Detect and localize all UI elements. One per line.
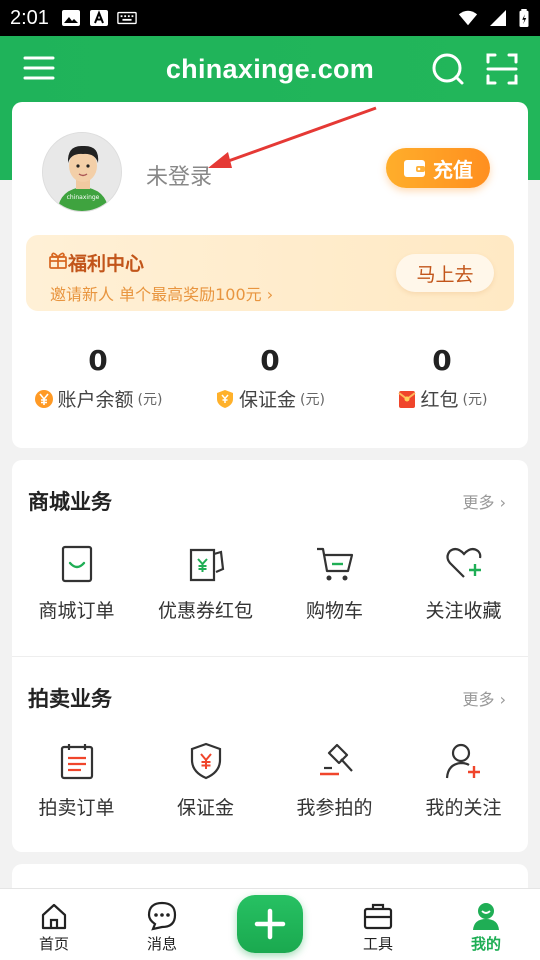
mall-orders-item[interactable]: 商城订单 [12, 544, 141, 623]
signal-icon [490, 10, 506, 26]
publish-button[interactable] [237, 895, 303, 953]
stats-row: 0 账户余额 (元) 0 保证金 (元) 0 红包 (元) [12, 342, 528, 422]
keyboard-icon [117, 11, 137, 25]
scan-icon[interactable] [482, 49, 522, 89]
favorites-item[interactable]: 关注收藏 [399, 544, 528, 623]
welfare-title: 福利中心 [68, 253, 145, 275]
shield-yen-icon [190, 742, 221, 780]
item-label: 商城订单 [38, 600, 115, 622]
nav-label: 消息 [146, 935, 177, 953]
nav-publish[interactable] [216, 889, 324, 960]
go-now-button[interactable]: 马上去 [396, 254, 494, 292]
section-title: 商城业务 [28, 490, 112, 514]
item-label: 保证金 [176, 797, 234, 819]
cart-item[interactable]: 购物车 [270, 544, 399, 623]
stat-label: 保证金 [239, 389, 297, 411]
recharge-button[interactable]: 充值 [386, 148, 490, 188]
stat-red-envelope[interactable]: 0 红包 (元) [356, 342, 528, 422]
auction-orders-item[interactable]: 拍卖订单 [12, 741, 141, 820]
avatar[interactable]: chinaxinge [42, 132, 122, 212]
wallet-icon [404, 160, 425, 177]
text-a-icon [89, 10, 108, 26]
user-plus-icon [445, 743, 480, 779]
battery-icon [519, 9, 529, 27]
cart-icon [316, 547, 353, 581]
status-bar: 2:01 [0, 0, 540, 36]
mall-section: 商城业务 更多 › 商城订单 优惠券红包 购物车 关注收藏 [12, 460, 528, 656]
item-label: 购物车 [305, 600, 363, 622]
stat-label: 账户余额 [57, 389, 134, 411]
toolbox-icon [363, 903, 393, 930]
shield-icon [217, 389, 234, 408]
item-label: 优惠券红包 [157, 600, 253, 622]
nav-home[interactable]: 首页 [0, 889, 108, 960]
stat-deposit[interactable]: 0 保证金 (元) [184, 342, 356, 422]
nav-label: 工具 [362, 935, 393, 953]
stat-unit: (元) [462, 391, 488, 408]
stat-label: 红包 [420, 389, 459, 411]
item-label: 我的关注 [425, 797, 502, 819]
more-link[interactable]: 更多 › [463, 686, 507, 710]
item-label: 拍卖订单 [38, 797, 115, 819]
clipboard-icon [60, 744, 93, 780]
stat-unit: (元) [300, 391, 325, 408]
chevron-right-icon: › [266, 285, 274, 304]
home-icon [41, 903, 67, 930]
profile-card: chinaxinge 未登录 充值 福利中心 邀请新人 单个最高奖励100元 ›… [12, 102, 528, 448]
more-link[interactable]: 更多 › [463, 489, 507, 513]
my-follows-item[interactable]: 我的关注 [399, 741, 528, 820]
bottom-nav: 首页 消息 工具 我的 [0, 888, 540, 960]
wifi-icon [458, 10, 478, 26]
menu-icon[interactable] [20, 49, 60, 89]
nav-messages[interactable]: 消息 [108, 889, 216, 960]
login-status[interactable]: 未登录 [146, 159, 212, 191]
search-icon[interactable] [428, 49, 468, 89]
section-title: 拍卖业务 [28, 687, 112, 711]
auction-deposit-item[interactable]: 保证金 [141, 741, 270, 820]
heart-plus-icon [445, 547, 481, 578]
stat-balance[interactable]: 0 账户余额 (元) [12, 342, 184, 422]
plus-icon [254, 908, 286, 940]
nav-label: 我的 [470, 935, 501, 953]
nav-label: 首页 [38, 935, 69, 953]
profile-icon [473, 903, 499, 930]
status-time: 2:01 [10, 6, 49, 29]
stat-value: 0 [260, 344, 280, 377]
yen-coin-icon [34, 389, 53, 408]
image-icon [61, 10, 80, 26]
stat-value: 0 [432, 344, 452, 377]
chat-icon [147, 901, 177, 931]
red-envelope-icon [397, 390, 416, 408]
stat-unit: (元) [137, 391, 163, 408]
coupons-item[interactable]: 优惠券红包 [141, 544, 270, 623]
gavel-icon [319, 743, 353, 776]
auction-section: 拍卖业务 更多 › 拍卖订单 保证金 我参拍的 我的关注 [12, 657, 528, 853]
my-bids-item[interactable]: 我参拍的 [270, 741, 399, 820]
stat-value: 0 [88, 344, 108, 377]
item-label: 我参拍的 [296, 797, 373, 819]
coupon-icon [189, 548, 224, 582]
page-title: chinaxinge.com [165, 53, 375, 84]
gift-icon [49, 252, 67, 269]
avatar-logo-text: chinaxinge [67, 194, 100, 201]
item-label: 关注收藏 [425, 600, 502, 622]
business-card: 商城业务 更多 › 商城订单 优惠券红包 购物车 关注收藏 拍卖业务 更多 › [12, 460, 528, 852]
welfare-banner[interactable]: 福利中心 邀请新人 单个最高奖励100元 › 马上去 [26, 235, 514, 311]
shopping-bag-icon [61, 545, 92, 583]
recharge-label: 充值 [433, 157, 473, 182]
welfare-subtitle: 邀请新人 单个最高奖励100元 › [50, 285, 274, 304]
nav-profile[interactable]: 我的 [432, 889, 540, 960]
nav-tools[interactable]: 工具 [324, 889, 432, 960]
top-bar: chinaxinge.com [0, 36, 540, 102]
